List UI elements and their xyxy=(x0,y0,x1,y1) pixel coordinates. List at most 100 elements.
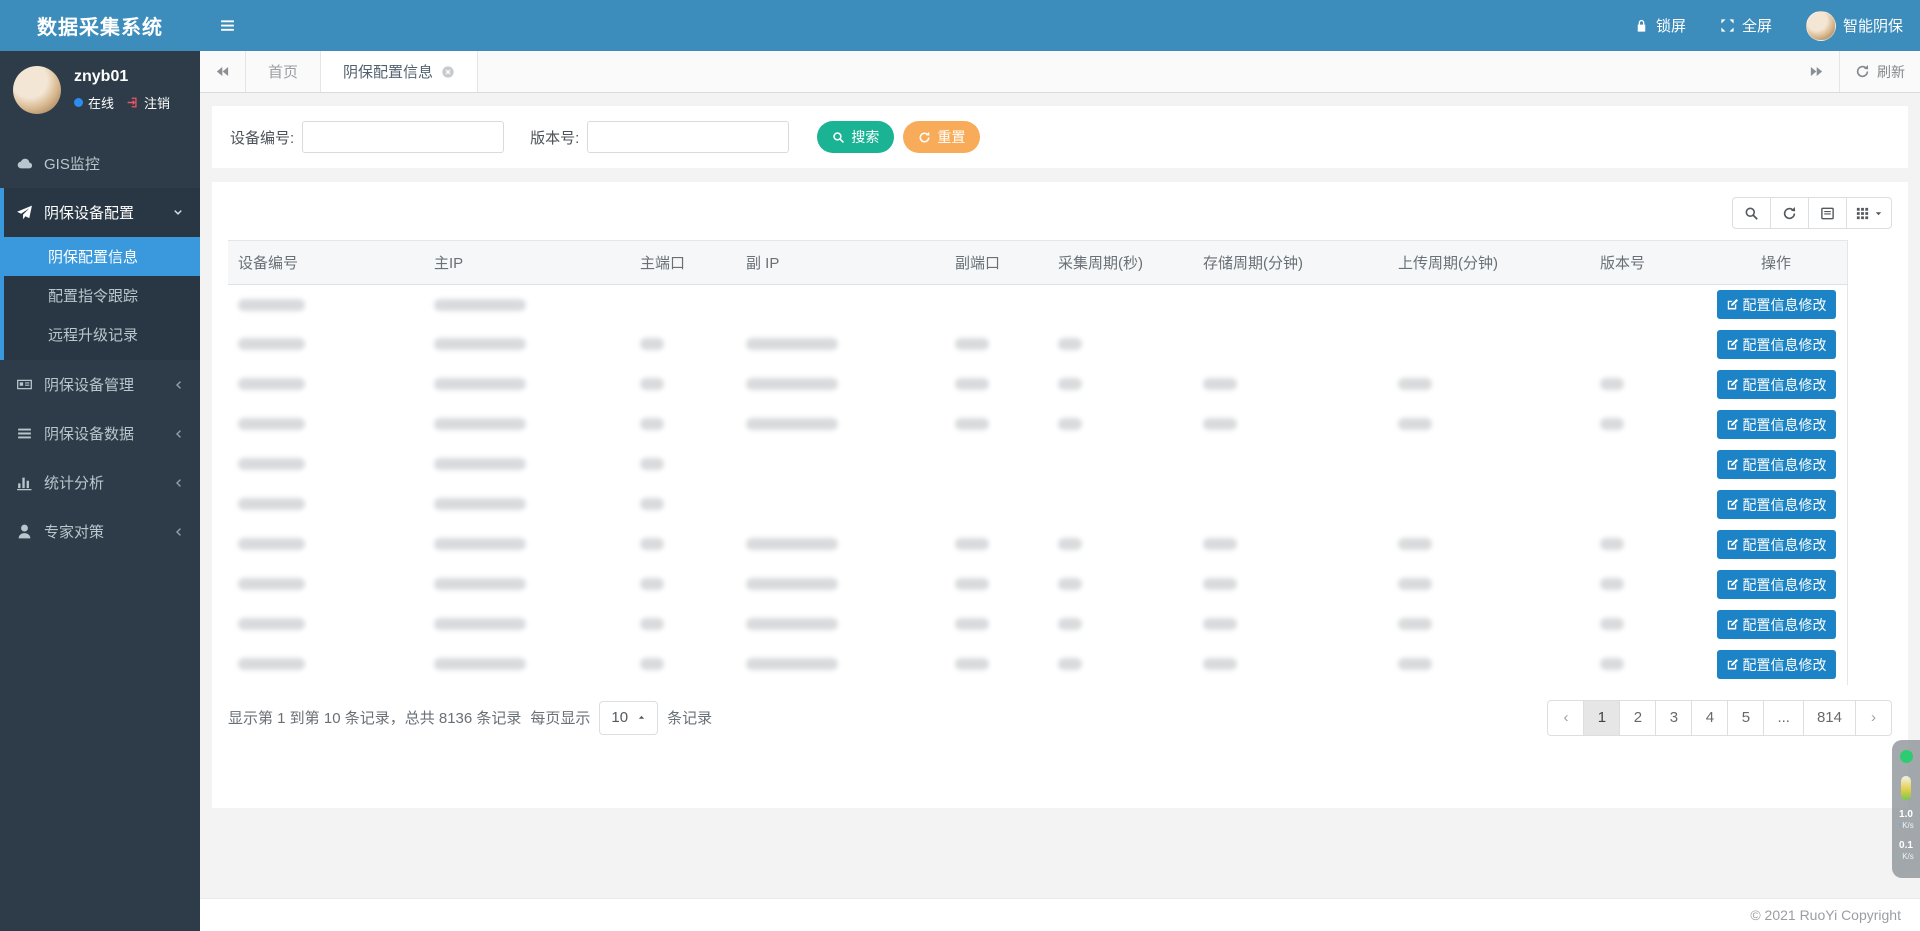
tabs-scroll-right-button[interactable] xyxy=(1793,51,1839,92)
table-cell xyxy=(228,285,424,325)
sidebar-toggle-button[interactable] xyxy=(200,0,255,51)
page-button-2[interactable]: 2 xyxy=(1619,700,1656,736)
lock-screen-button[interactable]: 锁屏 xyxy=(1617,0,1703,51)
toolbar-refresh-button[interactable] xyxy=(1770,197,1809,229)
footer: © 2021 RuoYi Copyright xyxy=(200,898,1920,931)
table-cell xyxy=(1388,325,1590,365)
table-cell-action: 配置信息修改 xyxy=(1705,525,1848,565)
sidebar-link[interactable]: GIS监控 xyxy=(0,139,200,188)
sidebar-subitem[interactable]: 远程升级记录 xyxy=(4,315,200,354)
toolbar-search-button[interactable] xyxy=(1732,197,1771,229)
list-alt-icon xyxy=(1820,206,1835,221)
table-cell xyxy=(228,565,424,605)
tabs-scroll-left-button[interactable] xyxy=(200,51,246,92)
edit-config-button[interactable]: 配置信息修改 xyxy=(1717,570,1836,599)
redacted-value xyxy=(640,418,664,430)
sidebar-item-1: 阴保设备配置阴保配置信息配置指令跟踪远程升级记录 xyxy=(0,188,200,360)
page-button-3[interactable]: 3 xyxy=(1655,700,1692,736)
sidebar-link[interactable]: 阴保设备配置 xyxy=(4,188,200,237)
tab-home-label: 首页 xyxy=(268,61,298,82)
edit-config-button[interactable]: 配置信息修改 xyxy=(1717,650,1836,679)
table-row: 配置信息修改 xyxy=(228,365,1848,405)
redacted-value xyxy=(746,658,838,670)
logout-link[interactable]: 注销 xyxy=(144,93,170,112)
edit-config-button[interactable]: 配置信息修改 xyxy=(1717,490,1836,519)
table-cell xyxy=(945,485,1048,525)
page-next-button[interactable]: › xyxy=(1855,700,1892,736)
online-status-link[interactable]: 在线 xyxy=(88,93,114,112)
table-cell xyxy=(1388,485,1590,525)
redacted-value xyxy=(238,618,305,630)
sidebar-link[interactable]: 统计分析 xyxy=(0,458,200,507)
pagination-list: ‹12345...814› xyxy=(1547,700,1892,736)
table-cell xyxy=(424,645,630,685)
download-speed: 0.1 ↓K/s xyxy=(1898,840,1914,862)
upload-speed: 1.0 ↑K/s xyxy=(1898,809,1914,831)
network-monitor-widget[interactable]: 1.0 ↑K/s 0.1 ↓K/s xyxy=(1892,740,1920,878)
table-cell xyxy=(1388,445,1590,485)
tab-config-info[interactable]: 阴保配置信息 xyxy=(321,51,478,92)
sidebar-item-label: 阴保设备配置 xyxy=(44,202,134,223)
table-cell-action: 配置信息修改 xyxy=(1705,285,1848,325)
redacted-value xyxy=(746,578,838,590)
sidebar-item-label: 统计分析 xyxy=(44,472,104,493)
edit-config-button[interactable]: 配置信息修改 xyxy=(1717,370,1836,399)
page-button-814[interactable]: 814 xyxy=(1803,700,1856,736)
reset-button[interactable]: 重置 xyxy=(903,121,980,153)
redacted-value xyxy=(746,618,838,630)
edit-config-button[interactable]: 配置信息修改 xyxy=(1717,410,1836,439)
sidebar-submenu: 阴保配置信息配置指令跟踪远程升级记录 xyxy=(4,237,200,360)
tab-refresh-button[interactable]: 刷新 xyxy=(1839,51,1920,92)
toolbar-detail-view-button[interactable] xyxy=(1808,197,1847,229)
toolbar-columns-button[interactable] xyxy=(1846,197,1892,229)
sidebar-link[interactable]: 阴保设备管理 xyxy=(0,360,200,409)
edit-config-button[interactable]: 配置信息修改 xyxy=(1717,290,1836,319)
redacted-value xyxy=(1398,578,1432,590)
sidebar-subitem[interactable]: 阴保配置信息 xyxy=(4,237,200,276)
double-chevron-left-icon xyxy=(215,64,230,79)
sidebar-item-label: GIS监控 xyxy=(44,153,100,174)
edit-config-button[interactable]: 配置信息修改 xyxy=(1717,450,1836,479)
sidebar-link[interactable]: 专家对策 xyxy=(0,507,200,556)
sidebar-link[interactable]: 阴保设备数据 xyxy=(0,409,200,458)
table-cell xyxy=(1388,605,1590,645)
table-cell xyxy=(228,485,424,525)
table-cell xyxy=(228,645,424,685)
edit-config-button[interactable]: 配置信息修改 xyxy=(1717,330,1836,359)
chevron-left-icon xyxy=(172,477,184,489)
version-input[interactable] xyxy=(587,121,789,153)
edit-config-label: 配置信息修改 xyxy=(1743,615,1827,635)
table-cell xyxy=(1048,445,1193,485)
redacted-value xyxy=(238,458,305,470)
page-size-select[interactable]: 10 xyxy=(599,701,658,735)
redacted-value xyxy=(640,378,664,390)
user-menu[interactable]: 智能阴保 xyxy=(1789,0,1920,51)
fullscreen-button[interactable]: 全屏 xyxy=(1703,0,1789,51)
table-cell xyxy=(945,365,1048,405)
table-cell-action: 配置信息修改 xyxy=(1705,365,1848,405)
tab-close-icon[interactable] xyxy=(441,65,455,79)
edit-config-label: 配置信息修改 xyxy=(1743,295,1827,315)
sidebar-subitem[interactable]: 配置指令跟踪 xyxy=(4,276,200,315)
pagination-bar: 显示第 1 到第 10 条记录，总共 8136 条记录 每页显示 10 条记录 … xyxy=(228,700,1892,736)
device-no-input[interactable] xyxy=(302,121,504,153)
page-button-5[interactable]: 5 xyxy=(1727,700,1764,736)
table-cell xyxy=(736,605,945,645)
page-button-1[interactable]: 1 xyxy=(1583,700,1620,736)
page-button-4[interactable]: 4 xyxy=(1691,700,1728,736)
edit-config-button[interactable]: 配置信息修改 xyxy=(1717,530,1836,559)
search-button[interactable]: 搜索 xyxy=(817,121,894,153)
page-prev-button[interactable]: ‹ xyxy=(1547,700,1584,736)
table-cell xyxy=(1388,405,1590,445)
column-header: 副 IP xyxy=(736,241,945,285)
column-header: 设备编号 xyxy=(228,241,424,285)
bar-chart-icon xyxy=(16,474,33,491)
page-ellipsis: ... xyxy=(1763,700,1804,736)
tab-home[interactable]: 首页 xyxy=(246,51,321,92)
fullscreen-icon xyxy=(1720,18,1735,33)
edit-config-button[interactable]: 配置信息修改 xyxy=(1717,610,1836,639)
search-icon xyxy=(832,131,845,144)
table-cell xyxy=(1590,605,1705,645)
table-cell xyxy=(1048,525,1193,565)
redacted-value xyxy=(1058,578,1082,590)
